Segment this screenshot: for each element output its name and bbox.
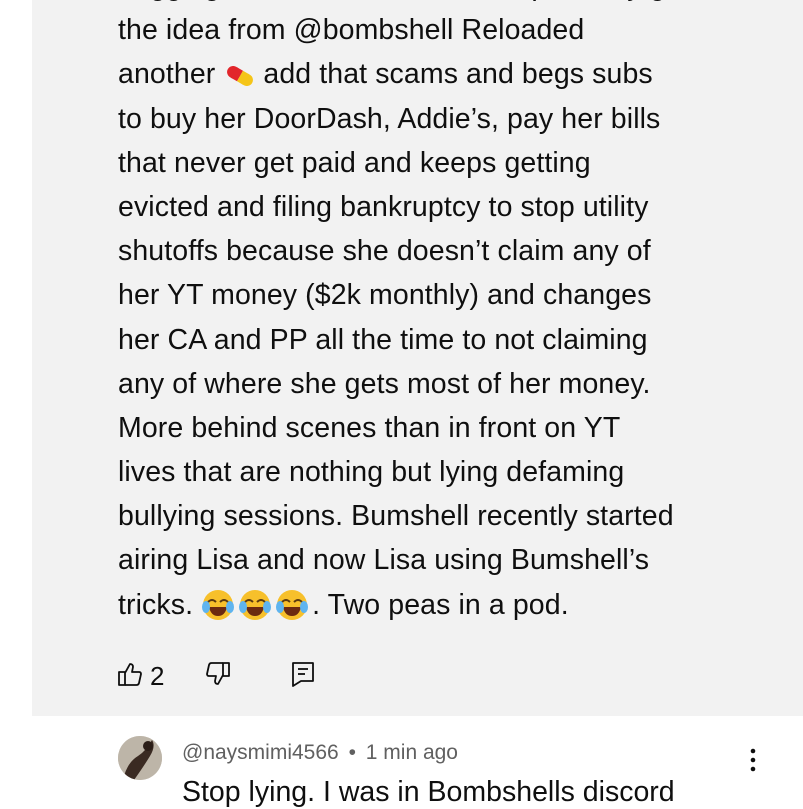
reply-comment-icon [290, 660, 316, 693]
reply-meta: @naysmimi4566 • 1 min ago [182, 741, 458, 765]
comment-line: that never get paid and keeps getting [118, 146, 591, 179]
comment-line: to buy her DoorDash, Addie’s, pay her bi… [118, 102, 661, 135]
comment-line-end: add that scams and begs subs [263, 58, 653, 91]
laughing-emoji-icon [201, 588, 235, 622]
dislike-button[interactable] [204, 660, 232, 693]
reply-author[interactable]: @naysmimi4566 [182, 741, 339, 764]
comment-line: shutoffs because she doesn’t claim any o… [118, 235, 651, 268]
thumbs-up-icon [116, 660, 144, 693]
reply-timestamp: 1 min ago [365, 741, 458, 764]
comment-line: lives that are nothing but lying defamin… [118, 456, 625, 489]
comment-text: begging in the comment section probably … [118, 0, 778, 627]
comment-line-start: another [118, 58, 216, 91]
reply-text: Stop lying. I was in Bombshells discord [182, 776, 675, 808]
comment-line: airing Lisa and now Lisa using Bumshell’… [118, 544, 650, 577]
comment-card: begging in the comment section probably … [32, 0, 803, 716]
meta-separator: • [348, 741, 356, 764]
more-options-button[interactable] [744, 746, 762, 776]
thumbs-down-icon [204, 660, 232, 693]
comment-actions: 2 [116, 656, 316, 696]
comment-line: More behind scenes than in front on YT [118, 411, 621, 444]
kebab-menu-icon [744, 748, 762, 780]
avatar[interactable] [118, 736, 162, 780]
reply-button[interactable] [290, 660, 316, 693]
comment-line: another add that scams and begs subs [118, 52, 778, 96]
like-count: 2 [150, 660, 165, 691]
comment-line-start: tricks. [118, 588, 194, 621]
comment-line: her CA and PP all the time to not claimi… [118, 323, 648, 356]
comment-line-end: . Two peas in a pod. [312, 588, 569, 621]
comment-line: begging in the comment section probably … [118, 0, 778, 8]
comment-line: her YT money ($2k monthly) and changes [118, 279, 652, 312]
laughing-emoji-icon [238, 588, 272, 622]
comment-line: bullying sessions. Bumshell recently sta… [118, 500, 674, 533]
comment-line: tricks. . Two peas in a pod. [118, 583, 778, 627]
laughing-emoji-icon [275, 588, 309, 622]
comment-line: any of where she gets most of her money. [118, 367, 651, 400]
comment-line: evicted and filing bankruptcy to stop ut… [118, 190, 649, 223]
pill-emoji-icon [223, 55, 257, 87]
comment-line: the idea from @bombshell Reloaded [118, 14, 585, 47]
like-button[interactable]: 2 [116, 660, 204, 693]
